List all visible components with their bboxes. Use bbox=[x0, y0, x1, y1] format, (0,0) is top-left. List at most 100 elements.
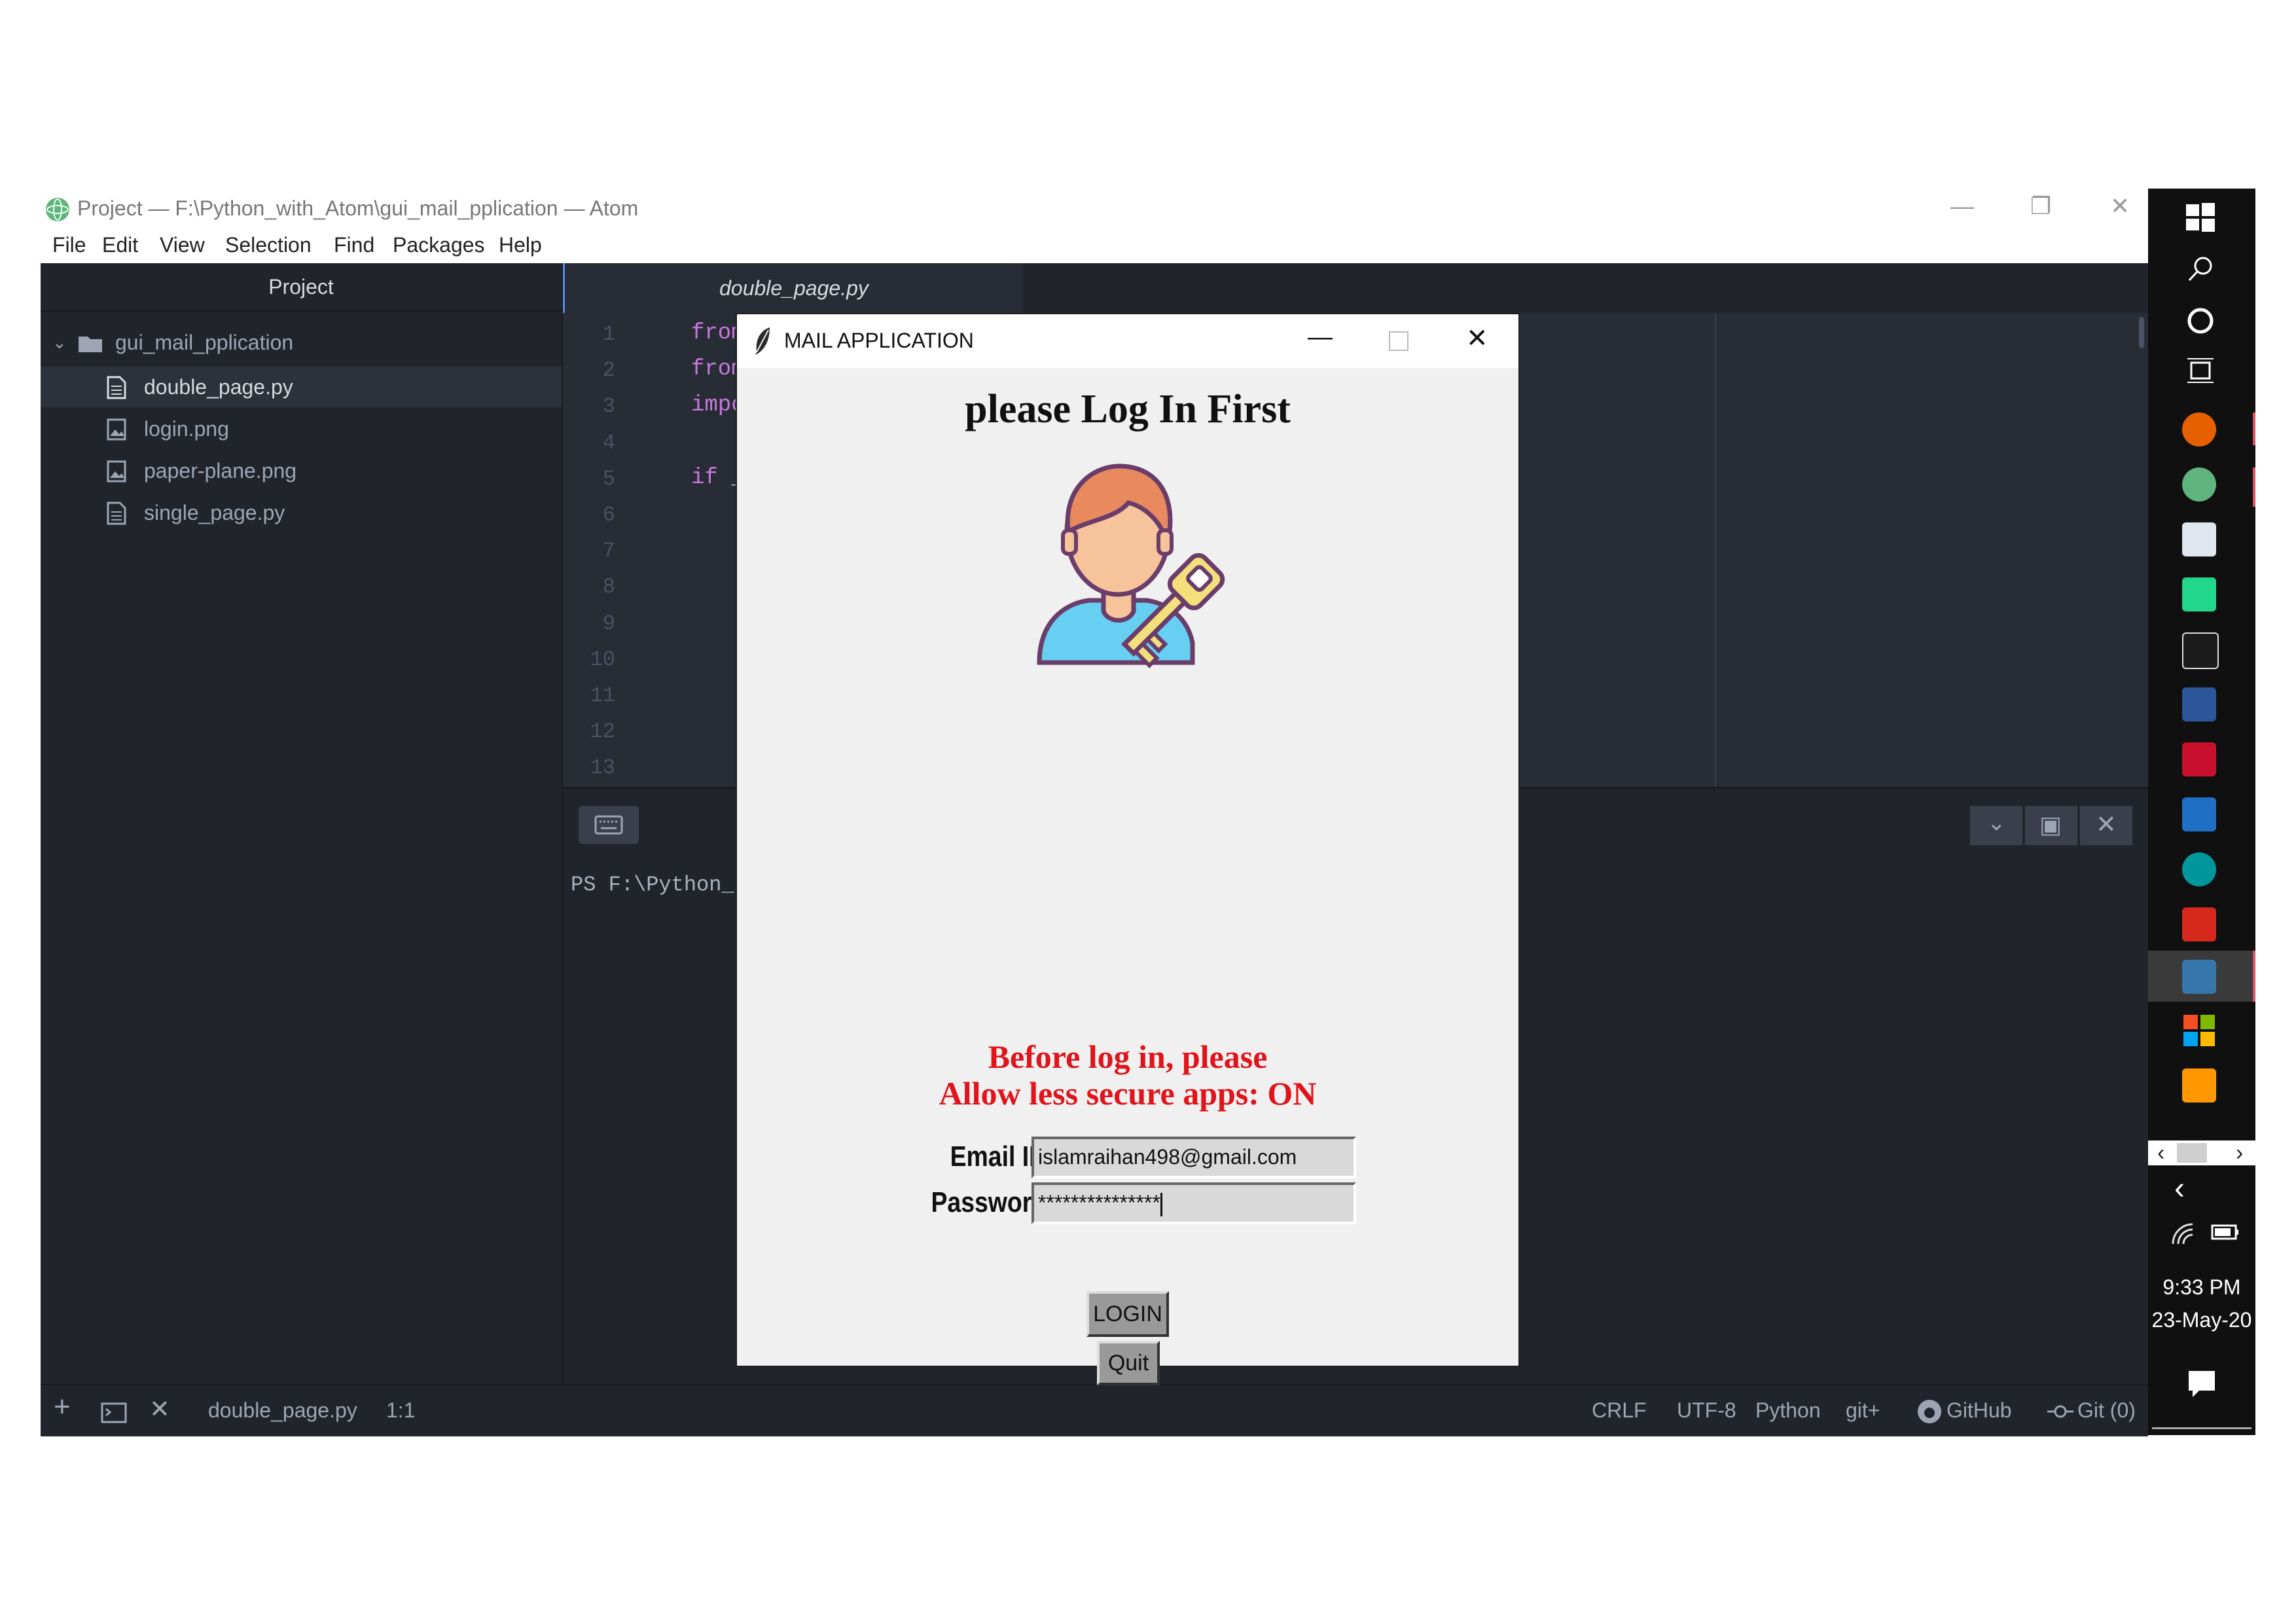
battery-icon[interactable] bbox=[2211, 1223, 2240, 1241]
close-terminal-button[interactable]: ✕ bbox=[2080, 806, 2132, 845]
running-indicator bbox=[2253, 951, 2255, 1002]
chevron-down-button[interactable]: ⌄ bbox=[1970, 806, 2022, 845]
line-number: 11 bbox=[590, 684, 615, 708]
clock-date[interactable]: 23-May-20 bbox=[2148, 1308, 2255, 1332]
menu-help[interactable]: Help bbox=[499, 233, 542, 257]
menu-find[interactable]: Find bbox=[334, 233, 374, 257]
restore-button[interactable]: ❐ bbox=[2030, 192, 2051, 220]
dialog-title-bar: MAIL APPLICATION — ✕ bbox=[737, 314, 1518, 368]
pycharm-icon[interactable] bbox=[2182, 577, 2216, 611]
file-name: double_page.py bbox=[144, 375, 293, 399]
status-encoding[interactable]: UTF-8 bbox=[1677, 1398, 1736, 1423]
file-name: login.png bbox=[144, 417, 229, 441]
line-number: 2 bbox=[602, 358, 615, 383]
file-text-icon bbox=[107, 501, 126, 525]
login-button[interactable]: LOGIN bbox=[1086, 1291, 1169, 1337]
tree-folder[interactable]: ⌄ gui_mail_pplication bbox=[41, 322, 562, 363]
search-icon[interactable] bbox=[2186, 254, 2215, 283]
dialog-maximize-button[interactable] bbox=[1389, 331, 1408, 351]
sidebar-title: Project bbox=[41, 263, 562, 312]
line-number: 3 bbox=[602, 394, 615, 419]
atom-icon[interactable] bbox=[2182, 467, 2216, 501]
git-commit-icon bbox=[2047, 1405, 2073, 1418]
maximize-icon: ▣ bbox=[2039, 811, 2062, 838]
line-number: 13 bbox=[590, 756, 615, 780]
status-grammar[interactable]: Python bbox=[1755, 1398, 1821, 1423]
menu-packages[interactable]: Packages bbox=[393, 233, 485, 257]
status-git-plus[interactable]: git+ bbox=[1846, 1398, 1880, 1423]
atom-logo-icon bbox=[46, 198, 69, 221]
cortana-icon[interactable] bbox=[2186, 306, 2215, 335]
show-hidden-icons-icon[interactable]: ‹ bbox=[2174, 1171, 2185, 1207]
dialog-minimize-button[interactable]: — bbox=[1308, 323, 1333, 352]
chevron-down-icon: ⌄ bbox=[52, 333, 67, 352]
python-file-icon[interactable] bbox=[2182, 522, 2216, 556]
feather-icon bbox=[755, 327, 770, 355]
scroll-thumb[interactable] bbox=[2177, 1143, 2207, 1163]
clock-time[interactable]: 9:33 PM bbox=[2148, 1275, 2255, 1300]
file-name: single_page.py bbox=[144, 501, 285, 524]
dialog-close-button[interactable]: ✕ bbox=[1466, 323, 1488, 354]
close-icon[interactable]: ✕ bbox=[149, 1395, 170, 1424]
action-center-icon[interactable] bbox=[2187, 1370, 2216, 1398]
line-number: 1 bbox=[602, 322, 615, 346]
secure-apps-warning: Before log in, please Allow less secure … bbox=[737, 1038, 1518, 1112]
arduino-icon[interactable] bbox=[2182, 852, 2216, 886]
menu-bar: File Edit View Selection Find Packages H… bbox=[41, 228, 2148, 263]
menu-file[interactable]: File bbox=[52, 233, 86, 257]
tree-file-paper-plane[interactable]: paper-plane.png bbox=[41, 450, 562, 491]
status-line-ending[interactable]: CRLF bbox=[1592, 1398, 1647, 1423]
project-sidebar: Project ⌄ gui_mail_pplication double_pag… bbox=[41, 263, 564, 1384]
add-icon[interactable]: + bbox=[54, 1391, 71, 1423]
store-icon[interactable] bbox=[2182, 1013, 2216, 1048]
keyboard-button[interactable] bbox=[579, 806, 639, 844]
python-app-icon[interactable] bbox=[2182, 960, 2216, 994]
windows-start-icon[interactable] bbox=[2185, 202, 2216, 233]
text-cursor bbox=[1160, 1192, 1162, 1216]
status-file[interactable]: double_page.py bbox=[208, 1398, 357, 1423]
title-bar: Project — F:\Python_with_Atom\gui_mail_p… bbox=[41, 189, 2148, 228]
solidworks-icon[interactable] bbox=[2182, 742, 2216, 776]
tree-file-login[interactable]: login.png bbox=[41, 409, 562, 449]
tab-double-page[interactable]: double_page.py bbox=[563, 263, 1023, 313]
firefox-icon[interactable] bbox=[2182, 412, 2216, 447]
taskbar-scroll[interactable]: ‹ › bbox=[2148, 1140, 2255, 1165]
menu-selection[interactable]: Selection bbox=[225, 233, 312, 257]
chevron-left-icon[interactable]: ‹ bbox=[2157, 1140, 2164, 1166]
github-icon bbox=[1918, 1400, 1941, 1423]
tree-file-single-page[interactable]: single_page.py bbox=[41, 492, 562, 533]
status-git[interactable]: Git (0) bbox=[2077, 1398, 2136, 1423]
status-cursor[interactable]: 1:1 bbox=[386, 1398, 415, 1423]
terminal-icon[interactable] bbox=[101, 1402, 127, 1423]
close-button[interactable]: ✕ bbox=[2110, 192, 2130, 220]
chevron-right-icon[interactable]: › bbox=[2236, 1140, 2243, 1166]
status-github[interactable]: GitHub bbox=[1946, 1398, 2012, 1423]
task-view-icon[interactable] bbox=[2186, 356, 2215, 385]
editor-scrollbar[interactable] bbox=[2139, 317, 2144, 348]
quit-button[interactable]: Quit bbox=[1097, 1341, 1160, 1385]
email-field[interactable]: islamraihan498@gmail.com bbox=[1031, 1137, 1356, 1178]
acrobat-icon[interactable] bbox=[2182, 907, 2216, 941]
file-text-icon bbox=[107, 376, 126, 399]
cmd-icon[interactable] bbox=[2182, 632, 2219, 669]
wrap-guide bbox=[1715, 313, 1716, 787]
chevron-down-icon: ⌄ bbox=[1987, 811, 2006, 835]
powershell-icon[interactable] bbox=[2182, 797, 2216, 831]
sublime-icon[interactable] bbox=[2182, 1068, 2216, 1103]
image-file-icon bbox=[107, 418, 126, 441]
wifi-icon[interactable] bbox=[2169, 1220, 2198, 1247]
warning-line-1: Before log in, please bbox=[988, 1038, 1268, 1075]
password-field[interactable]: *************** bbox=[1031, 1182, 1356, 1224]
menu-edit[interactable]: Edit bbox=[102, 233, 138, 257]
minimize-button[interactable]: — bbox=[1950, 192, 1974, 220]
line-number: 12 bbox=[590, 720, 615, 744]
menu-view[interactable]: View bbox=[160, 233, 205, 257]
status-bar: + ✕ double_page.py 1:1 CRLF UTF-8 Python… bbox=[41, 1384, 2148, 1436]
folder-name: gui_mail_pplication bbox=[115, 331, 294, 354]
file-name: paper-plane.png bbox=[144, 459, 297, 483]
line-number: 9 bbox=[602, 611, 615, 636]
terminal-prompt[interactable]: PS F:\Python_ bbox=[571, 873, 734, 897]
maximize-terminal-button[interactable]: ▣ bbox=[2025, 806, 2077, 845]
tree-file-double-page[interactable]: double_page.py bbox=[41, 367, 562, 407]
word-icon[interactable] bbox=[2182, 687, 2216, 721]
